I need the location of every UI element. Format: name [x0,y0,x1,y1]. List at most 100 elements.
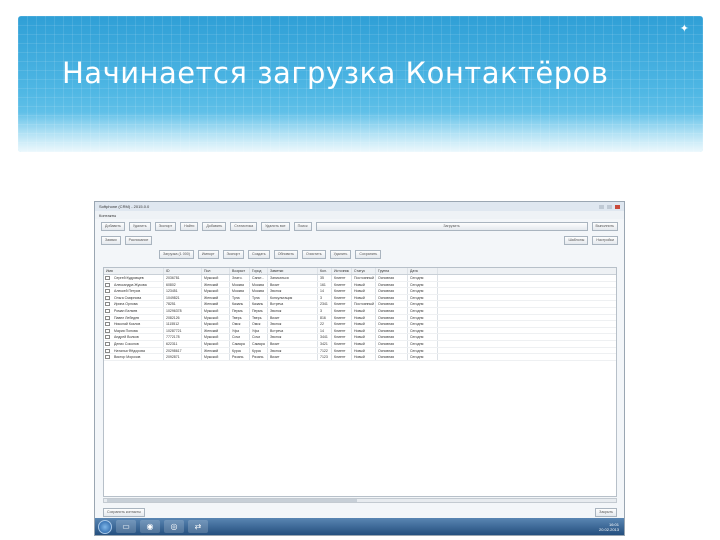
toolbar-button[interactable]: Статистика [230,221,258,231]
toolbar2-button[interactable]: Расписание [124,235,153,245]
action-button[interactable]: Импорт [197,249,219,259]
table-cell: 22 [318,321,332,327]
table-row[interactable]: Наталья Фёдорова 20298617 Женский Курск Курс… [104,347,616,355]
toolbar2-button[interactable]: Настройки [592,235,618,245]
close-button[interactable]: Закрыть [595,507,617,517]
table-cell: Николай Козлов [112,321,164,327]
toolbar-secondary: Заявки Расписание Шаблоны Настройки [95,233,624,247]
table-cell: Сочи [250,334,268,340]
table-cell: Мужской [202,275,230,281]
chrome-icon[interactable]: ◎ [164,520,184,533]
table-row[interactable]: Мария Попова 10287721 Женский Уфа Уфа Встреча… [104,327,616,335]
table-cell: Виктор Морозов [112,354,164,360]
row-checkbox[interactable] [105,341,110,346]
grid-column-header[interactable]: Заметки [268,268,318,274]
table-cell: 7122 [318,347,332,354]
table-cell: Алексей Петров [112,288,164,294]
table-row[interactable]: Сергей Кудрявцев 2036781 Мужской Злато. Санк… [104,275,616,282]
table-cell: Основная [376,307,408,314]
table-cell: Женский [202,327,230,334]
grid-column-header[interactable]: Кол. [318,268,332,274]
grid-column-header[interactable]: Возраст [230,268,250,274]
row-checkbox[interactable] [105,348,110,353]
table-cell: Сегодня [408,327,438,334]
toolbar-button[interactable]: Добавить [101,221,125,231]
row-checkbox[interactable] [105,328,110,333]
table-cell: 14 [318,327,332,334]
toolbar-button[interactable]: Выполнить [591,221,618,231]
toolbar-button[interactable]: Загрузить [315,221,588,231]
row-checkbox[interactable] [105,276,110,280]
table-row[interactable]: Алексей Петров 123451 Мужской Москва Москва З… [104,288,616,295]
action-button[interactable]: Удалить [329,249,352,259]
table-cell: Новый [352,321,376,327]
table-cell: Новый [352,327,376,334]
action-button[interactable]: Очистить [301,249,326,259]
explorer-icon[interactable]: ▭ [116,520,136,533]
table-cell: Сегодня [408,340,438,347]
app-icon[interactable]: ⇄ [188,520,208,533]
row-checkbox[interactable] [105,315,110,320]
row-checkbox[interactable] [105,335,110,340]
table-row[interactable]: Ольга Смирнова 1049821 Женский Тула Тула Конс… [104,294,616,302]
table-row[interactable]: Ирина Орлова 78251 Женский Казань Казань Встр… [104,301,616,308]
table-row[interactable]: Роман Беляев 10296378 Мужской Пермь Пермь Зво… [104,307,616,315]
table-cell: Основная [376,354,408,360]
grid-column-header[interactable]: ID [164,268,202,274]
row-checkbox[interactable] [105,302,110,307]
save-contacts-button[interactable]: Сохранить контакты [103,507,145,517]
toolbar2-button[interactable]: Шаблоны [564,235,589,245]
grid-column-header[interactable]: Пол [202,268,230,274]
table-row[interactable]: Николай Козлов 1115512 Мужской Омск Омск Звон… [104,321,616,328]
table-cell: Новый [352,307,376,314]
row-checkbox[interactable] [105,289,110,294]
action-button[interactable]: Создать [248,249,270,259]
table-cell: Новый [352,294,376,301]
minimize-icon[interactable] [599,204,604,209]
scroll-thumb[interactable] [107,499,357,502]
table-cell: Ирина Орлова [112,301,164,307]
menu-contacts[interactable]: Контакты [99,213,116,218]
table-row[interactable]: Денис Соколов 622311 Мужской Самара Самара Ви… [104,340,616,348]
browser-icon[interactable]: ◉ [140,520,160,533]
load-button[interactable]: Загрузка (1 000) [159,249,194,259]
table-cell: Сегодня [408,275,438,281]
table-row[interactable]: Андрей Волков 7772178 Мужской Сочи Сочи Звоно… [104,334,616,341]
row-checkbox[interactable] [105,308,110,313]
table-cell: 7123 [318,354,332,360]
table-cell: Основная [376,334,408,340]
toolbar-button[interactable]: Экспорт [154,221,177,231]
row-checkbox[interactable] [105,282,110,287]
table-cell: Сегодня [408,294,438,301]
header-fade [18,112,703,152]
table-cell: Тверь [230,314,250,321]
start-icon[interactable] [98,519,112,534]
grid-column-header[interactable]: Город [250,268,268,274]
maximize-icon[interactable] [607,204,612,209]
table-cell: Мужской [202,354,230,360]
grid-column-header[interactable]: Группа [376,268,408,274]
table-row[interactable]: Павел Лебедев 2082126 Мужской Тверь Тверь Виз… [104,314,616,322]
table-cell: 3421 [318,340,332,347]
grid-column-header[interactable]: Источник [332,268,352,274]
toolbar-button[interactable]: Найти [180,221,199,231]
table-row[interactable]: Александра Жукова 60802 Женский Москва Москв… [104,281,616,289]
table-cell: 3 [318,294,332,301]
horizontal-scrollbar[interactable] [103,498,617,503]
toolbar-button[interactable]: Удалить [128,221,151,231]
toolbar-button[interactable]: Удалить все [261,221,290,231]
grid-column-header[interactable]: Дата [408,268,438,274]
toolbar2-button[interactable]: Заявки [101,235,121,245]
action-button[interactable]: Сохранить [355,249,382,259]
toolbar-button[interactable]: Добавить [202,221,227,231]
row-checkbox[interactable] [105,295,110,300]
close-icon[interactable] [615,204,620,209]
action-button[interactable]: Обновить [273,249,298,259]
row-checkbox[interactable] [105,322,110,327]
table-row[interactable]: Виктор Морозов 2092871 Мужской Рязань Рязань… [104,354,616,361]
row-checkbox[interactable] [105,355,110,360]
grid-column-header[interactable]: Имя [104,268,164,274]
grid-column-header[interactable]: Статус [352,268,376,274]
action-button[interactable]: Экспорт [222,249,245,259]
toolbar-button[interactable]: Поиск [293,221,312,231]
